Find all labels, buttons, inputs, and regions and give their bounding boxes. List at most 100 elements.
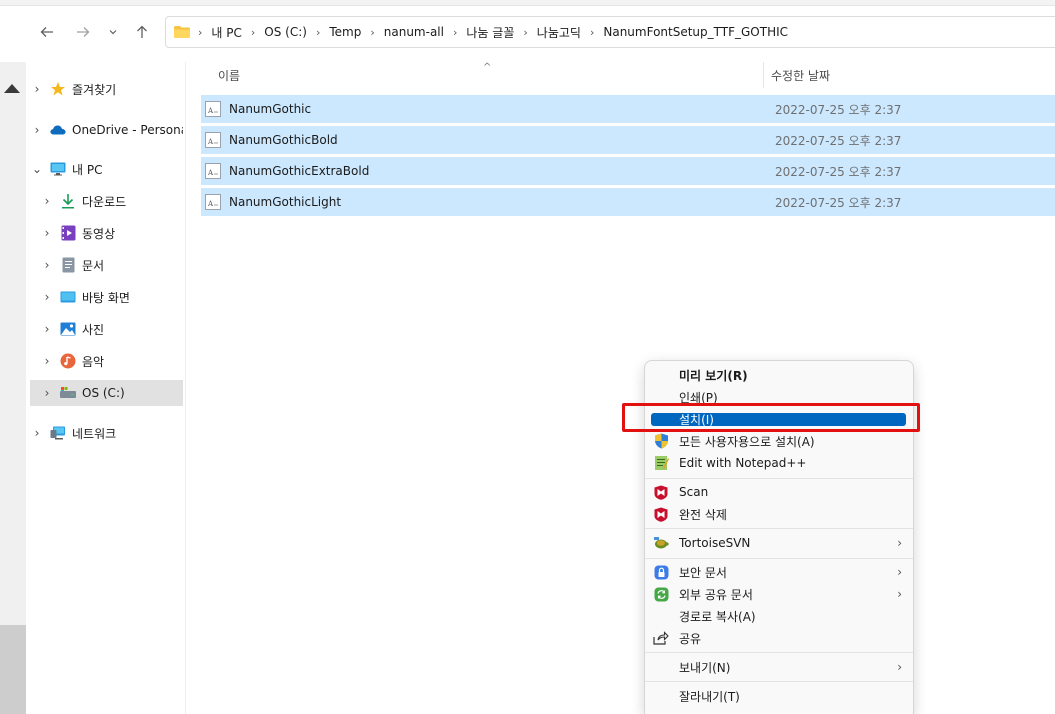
breadcrumb-nanum-gothic[interactable]: 나눔고딕	[537, 24, 581, 41]
up-button[interactable]	[130, 20, 154, 44]
breadcrumb-nanum-fonts[interactable]: 나눔 글꼴	[466, 24, 514, 41]
menu-separator	[645, 652, 913, 653]
chevron-right-icon[interactable]: ›	[30, 82, 44, 96]
sidebar-item-desktop[interactable]: › 바탕 화면	[40, 284, 193, 310]
menu-item-label: 잘라내기(T)	[679, 689, 740, 704]
desktop-icon	[60, 289, 76, 305]
column-header-name[interactable]: 이름	[218, 62, 758, 88]
chevron-right-icon[interactable]: ›	[40, 386, 54, 400]
breadcrumb-current-folder[interactable]: NanumFontSetup_TTF_GOTHIC	[603, 25, 788, 39]
chevron-right-icon: ›	[897, 565, 902, 579]
sidebar-item-label: 다운로드	[82, 194, 127, 209]
sidebar-item-downloads[interactable]: › 다운로드	[40, 188, 193, 214]
menu-item-label: Scan	[679, 485, 709, 499]
column-header-label: 이름	[218, 68, 241, 83]
sidebar-item-documents[interactable]: › 문서	[40, 252, 193, 278]
menu-item-label: 보안 문서	[679, 565, 727, 580]
sidebar-item-label: 바탕 화면	[82, 290, 130, 305]
address-bar[interactable]: › 내 PC › OS (C:) › Temp › nanum-all › 나눔…	[165, 16, 1055, 48]
chevron-right-icon[interactable]: ›	[40, 226, 54, 240]
column-header-date[interactable]: 수정한 날짜	[771, 62, 1051, 88]
sidebar-item-label: OS (C:)	[82, 386, 125, 400]
sidebar-item-pictures[interactable]: › 사진	[40, 316, 193, 342]
navigation-bar: › 내 PC › OS (C:) › Temp › nanum-all › 나눔…	[0, 6, 1055, 62]
picture-icon	[60, 321, 76, 337]
file-row[interactable]: A NanumGothic 2022-07-25 오후 2:37	[201, 95, 1055, 123]
sidebar-item-favorites[interactable]: › 즐겨찾기	[30, 76, 183, 102]
file-row[interactable]: A NanumGothicExtraBold 2022-07-25 오후 2:3…	[201, 157, 1055, 185]
annotation-highlight-box	[622, 403, 920, 432]
document-icon	[60, 257, 76, 273]
file-list: ^ 이름 수정한 날짜 A NanumGothic 2022-07-25 오후 …	[186, 62, 1055, 714]
chevron-right-icon[interactable]: ›	[40, 194, 54, 208]
menu-item-label: 외부 공유 문서	[679, 587, 753, 602]
menu-item-preview[interactable]: 미리 보기(R)	[650, 364, 908, 386]
sidebar-item-label: 문서	[82, 258, 105, 273]
sidebar-item-music[interactable]: › 음악	[40, 348, 193, 374]
sidebar-item-label: 즐겨찾기	[72, 82, 117, 97]
column-divider[interactable]	[763, 62, 764, 88]
file-name: NanumGothicLight	[229, 195, 342, 209]
tortoise-icon	[653, 535, 669, 551]
chevron-right-icon[interactable]: ›	[40, 322, 54, 336]
svg-text:A: A	[207, 138, 214, 146]
menu-item-cut[interactable]: 잘라내기(T)	[650, 685, 908, 707]
sidebar-item-label: 음악	[82, 354, 105, 369]
file-name: NanumGothicExtraBold	[229, 164, 370, 178]
forward-button[interactable]	[71, 20, 95, 44]
font-file-icon: A	[205, 132, 221, 148]
menu-separator	[645, 528, 913, 529]
menu-item-secure-document[interactable]: 보안 문서 ›	[650, 561, 908, 583]
sidebar-item-network[interactable]: › 네트워크	[30, 420, 183, 446]
sidebar-item-label: 동영상	[82, 226, 116, 241]
sidebar-item-videos[interactable]: › 동영상	[40, 220, 193, 246]
file-date: 2022-07-25 오후 2:37	[775, 133, 902, 148]
menu-item-send-to[interactable]: 보내기(N) ›	[650, 656, 908, 678]
chevron-right-icon[interactable]: ›	[40, 258, 54, 272]
file-row[interactable]: A NanumGothicLight 2022-07-25 오후 2:37	[201, 188, 1055, 216]
scrollbar-thumb[interactable]	[0, 625, 26, 714]
chevron-right-icon[interactable]: ›	[40, 354, 54, 368]
column-header-label: 수정한 날짜	[771, 68, 831, 83]
breadcrumb-separator: ›	[315, 25, 321, 39]
breadcrumb-separator: ›	[250, 25, 256, 39]
breadcrumb-os-c[interactable]: OS (C:)	[264, 25, 307, 39]
chevron-right-icon[interactable]: ›	[30, 123, 44, 137]
menu-item-install-all-users[interactable]: 모든 사용자용으로 설치(A)	[650, 430, 908, 452]
menu-item-scan[interactable]: Scan	[650, 481, 908, 503]
back-button[interactable]	[35, 20, 59, 44]
breadcrumb-separator: ›	[198, 25, 203, 39]
breadcrumb-my-pc[interactable]: 내 PC	[211, 24, 241, 41]
menu-item-edit-notepad-plus-plus[interactable]: Edit with Notepad++	[650, 452, 908, 474]
menu-item-copy-as-path[interactable]: 경로로 복사(A)	[650, 605, 908, 627]
sidebar-item-os-drive[interactable]: › OS (C:)	[30, 380, 183, 406]
breadcrumb-separator: ›	[370, 25, 375, 39]
breadcrumb-temp[interactable]: Temp	[329, 25, 361, 39]
menu-item-share[interactable]: 공유	[650, 627, 908, 649]
menu-separator	[645, 558, 913, 559]
menu-item-permanent-delete[interactable]: 완전 삭제	[650, 503, 908, 525]
chevron-right-icon: ›	[897, 536, 902, 550]
recent-locations-button[interactable]	[101, 20, 125, 44]
sidebar-item-my-pc[interactable]: ⌄ 내 PC	[30, 156, 183, 182]
chevron-down-icon[interactable]: ⌄	[30, 162, 44, 176]
menu-item-tortoise-svn[interactable]: TortoiseSVN ›	[650, 532, 908, 554]
sidebar-item-onedrive[interactable]: › OneDrive - Persona	[30, 117, 183, 143]
chevron-right-icon[interactable]: ›	[40, 290, 54, 304]
music-icon	[60, 353, 76, 369]
sidebar-item-label: 내 PC	[72, 162, 103, 177]
menu-item-label: 공유	[679, 631, 702, 646]
file-row[interactable]: A NanumGothicBold 2022-07-25 오후 2:37	[201, 126, 1055, 154]
menu-item-external-share-document[interactable]: 외부 공유 문서 ›	[650, 583, 908, 605]
breadcrumb-separator: ›	[452, 25, 458, 39]
svg-text:A: A	[207, 107, 214, 115]
chevron-right-icon: ›	[897, 660, 902, 674]
mcafee-icon	[653, 484, 669, 500]
font-file-icon: A	[205, 194, 221, 210]
chevron-down-icon	[109, 30, 117, 35]
scroll-up-arrow-icon[interactable]	[4, 84, 20, 93]
breadcrumb-nanum-all[interactable]: nanum-all	[384, 25, 444, 39]
back-arrow-icon	[40, 27, 53, 37]
chevron-right-icon[interactable]: ›	[30, 426, 44, 440]
sidebar-scrollbar[interactable]	[0, 62, 26, 714]
